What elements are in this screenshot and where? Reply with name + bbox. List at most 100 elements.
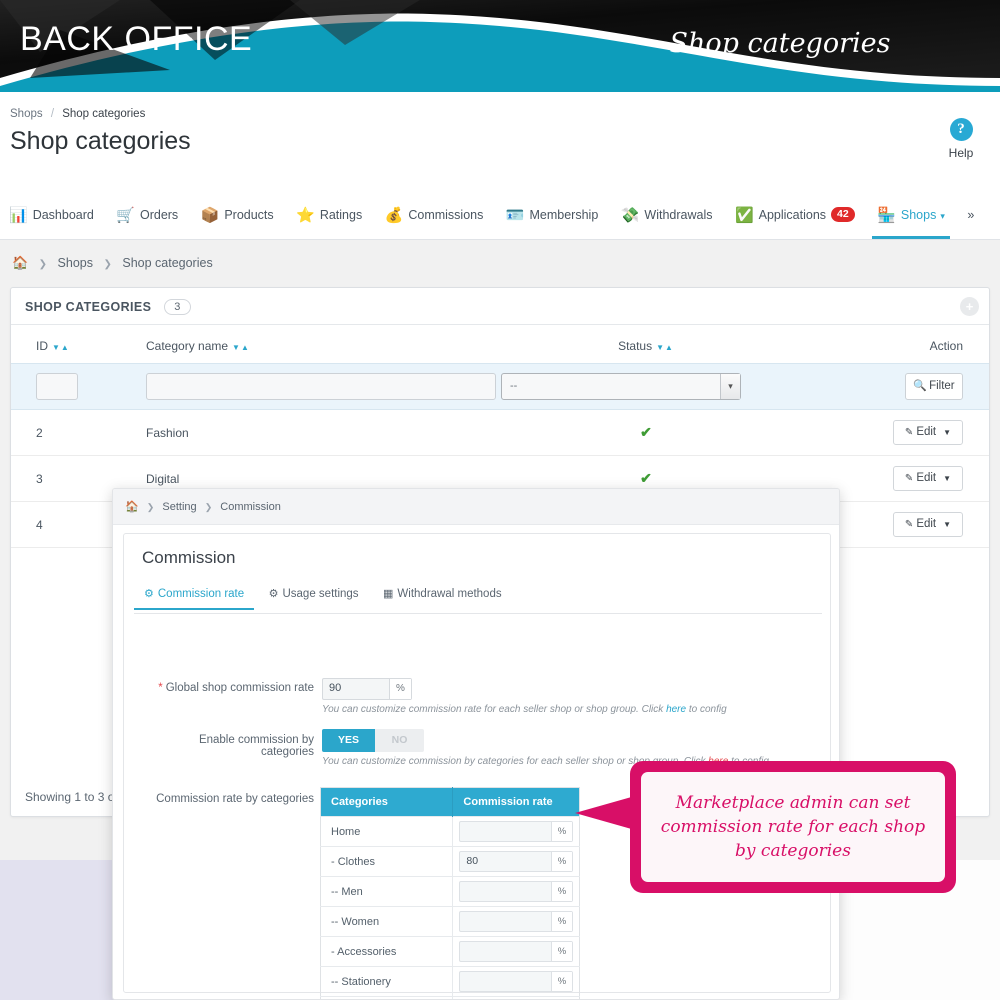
check-icon[interactable]: ✔	[640, 470, 652, 486]
percent-suffix: %	[551, 822, 572, 841]
edit-button[interactable]: ✎Edit▼	[893, 466, 963, 491]
id-card-icon: 🪪	[506, 207, 525, 224]
sort-arrows-icon[interactable]: ▼▲	[656, 343, 674, 352]
cat-name-cell: -- Men	[321, 877, 453, 907]
nav-item-ratings[interactable]: ⭐Ratings	[287, 192, 371, 239]
cat-column-header-rate: Commission rate	[453, 788, 580, 817]
star-icon: ⭐	[296, 207, 315, 224]
cat-rate-input[interactable]: 80%	[459, 851, 573, 872]
cat-rate-value: 80	[466, 855, 478, 867]
nav-item-overflow[interactable]: »	[958, 192, 983, 239]
cat-rate-input[interactable]: %	[459, 911, 573, 932]
check-icon[interactable]: ✔	[640, 424, 652, 440]
store-icon: 🏪	[877, 207, 896, 224]
main-navigation[interactable]: 📊Dashboard 🛒 Orders 📦Products ⭐Ratings 💰C…	[0, 192, 1000, 240]
nav-item-withdrawals[interactable]: 💸Withdrawals	[612, 192, 722, 239]
commission-tabs[interactable]: ⚙Commission rate ⚙Usage settings ▦Withdr…	[134, 584, 822, 614]
edit-label: Edit	[916, 518, 936, 530]
filter-id-input[interactable]	[36, 373, 78, 400]
percent-suffix: %	[551, 972, 572, 991]
overlay-breadcrumb-item-setting[interactable]: Setting	[162, 501, 196, 513]
filter-cell-status: -- ▾	[501, 364, 791, 410]
cell-id: 2	[11, 410, 146, 456]
help-button[interactable]: ? Help	[934, 118, 988, 160]
nav-item-dashboard[interactable]: 📊Dashboard	[0, 192, 103, 239]
nav-item-commissions[interactable]: 💰Commissions	[376, 192, 493, 239]
cat-rate-input[interactable]: %	[459, 881, 573, 902]
cat-rate-cell: %	[453, 937, 580, 967]
filter-name-input[interactable]	[146, 373, 496, 400]
cart-icon: 🛒	[116, 207, 135, 224]
toggle-yes-option[interactable]: YES	[322, 729, 375, 752]
edit-button[interactable]: ✎Edit▼	[893, 512, 963, 537]
cat-rate-input[interactable]: %	[459, 971, 573, 992]
tab-label: Usage settings	[282, 588, 358, 600]
nav-label: Withdrawals	[644, 208, 712, 222]
panel-title: SHOP CATEGORIES 3	[25, 299, 191, 315]
breadcrumb-item-shops[interactable]: Shops	[58, 256, 93, 270]
cat-rate-input[interactable]: %	[459, 821, 573, 842]
percent-suffix: %	[551, 912, 572, 931]
nav-item-applications[interactable]: ✅Applications42	[726, 192, 864, 239]
cat-table-row: -- Women %	[321, 907, 580, 937]
nav-item-orders[interactable]: 🛒 Orders	[107, 192, 187, 239]
table-row[interactable]: 2 Fashion ✔ ✎Edit▼	[11, 410, 989, 456]
toggle-no-option[interactable]: NO	[375, 729, 424, 752]
filter-status-select[interactable]: -- ▾	[501, 373, 741, 400]
help-label: Help	[934, 146, 988, 160]
sort-arrows-icon[interactable]: ▼▲	[232, 343, 250, 352]
enable-by-categories-toggle[interactable]: YES NO	[322, 729, 424, 752]
chevron-down-icon: ▾	[720, 374, 740, 399]
filter-button[interactable]: 🔍Filter	[905, 373, 963, 400]
nav-label: Dashboard	[33, 208, 94, 222]
nav-item-membership[interactable]: 🪪Membership	[497, 192, 607, 239]
global-rate-input[interactable]: 90 %	[322, 678, 412, 700]
plus-circle-icon[interactable]: +	[960, 297, 979, 316]
cat-rate-cell: %	[453, 967, 580, 997]
chevron-down-icon[interactable]: ▼	[943, 474, 951, 483]
nav-item-products[interactable]: 📦Products	[192, 192, 283, 239]
hint-link-here[interactable]: here	[666, 704, 686, 715]
enable-by-categories-label: Enable commission by categories	[144, 734, 314, 758]
edit-label: Edit	[916, 426, 936, 438]
tab-withdrawal-methods[interactable]: ▦Withdrawal methods	[373, 587, 512, 609]
cat-name-cell: - Clothes	[321, 847, 453, 877]
breadcrumb-root[interactable]: Shops	[10, 108, 43, 120]
cell-status: ✔	[501, 410, 791, 456]
nav-item-shops[interactable]: 🏪Shops▾	[868, 192, 954, 239]
column-header-status[interactable]: Status▼▲	[501, 325, 791, 364]
cat-rate-cell: %	[453, 817, 580, 847]
home-icon[interactable]: 🏠	[12, 255, 28, 270]
header-label-id: ID	[36, 339, 48, 353]
column-header-category-name[interactable]: Category name▼▲	[146, 325, 501, 364]
edit-button[interactable]: ✎Edit▼	[893, 420, 963, 445]
percent-suffix: %	[551, 852, 572, 871]
cat-rate-input[interactable]: %	[459, 941, 573, 962]
page-title: Shop categories	[10, 127, 191, 156]
commission-title: Commission	[142, 548, 236, 568]
breadcrumb-current: Shop categories	[62, 108, 145, 120]
top-breadcrumb: Shops / Shop categories	[10, 108, 145, 120]
home-icon[interactable]: 🏠	[125, 501, 139, 513]
chevron-down-icon[interactable]: ▼	[943, 520, 951, 529]
breadcrumb-item-shop-categories: Shop categories	[122, 256, 212, 270]
cat-name-cell: - Accessories	[321, 937, 453, 967]
sort-arrows-icon[interactable]: ▼▲	[52, 343, 70, 352]
search-icon: 🔍	[913, 380, 927, 392]
cell-category-name: Fashion	[146, 410, 501, 456]
callout-arrow	[575, 796, 635, 830]
money-bag-icon: 💰	[385, 207, 404, 224]
cat-rate-cell: %	[453, 877, 580, 907]
global-rate-label: *Global shop commission rate	[154, 682, 314, 694]
chevron-right-icon: ❯	[103, 259, 111, 270]
filter-status-value: --	[510, 380, 517, 392]
banner-subtitle: Shop categories	[600, 28, 960, 59]
nav-label: Orders	[140, 208, 178, 222]
tab-commission-rate[interactable]: ⚙Commission rate	[134, 587, 254, 609]
filter-row: -- ▾ 🔍Filter	[11, 364, 989, 410]
page-header: Shops / Shop categories Shop categories …	[0, 100, 1000, 192]
tab-usage-settings[interactable]: ⚙Usage settings	[259, 587, 369, 609]
column-header-id[interactable]: ID ▼▲	[11, 325, 146, 364]
chevron-down-icon[interactable]: ▼	[943, 428, 951, 437]
global-rate-label-text: Global shop commission rate	[166, 682, 314, 694]
